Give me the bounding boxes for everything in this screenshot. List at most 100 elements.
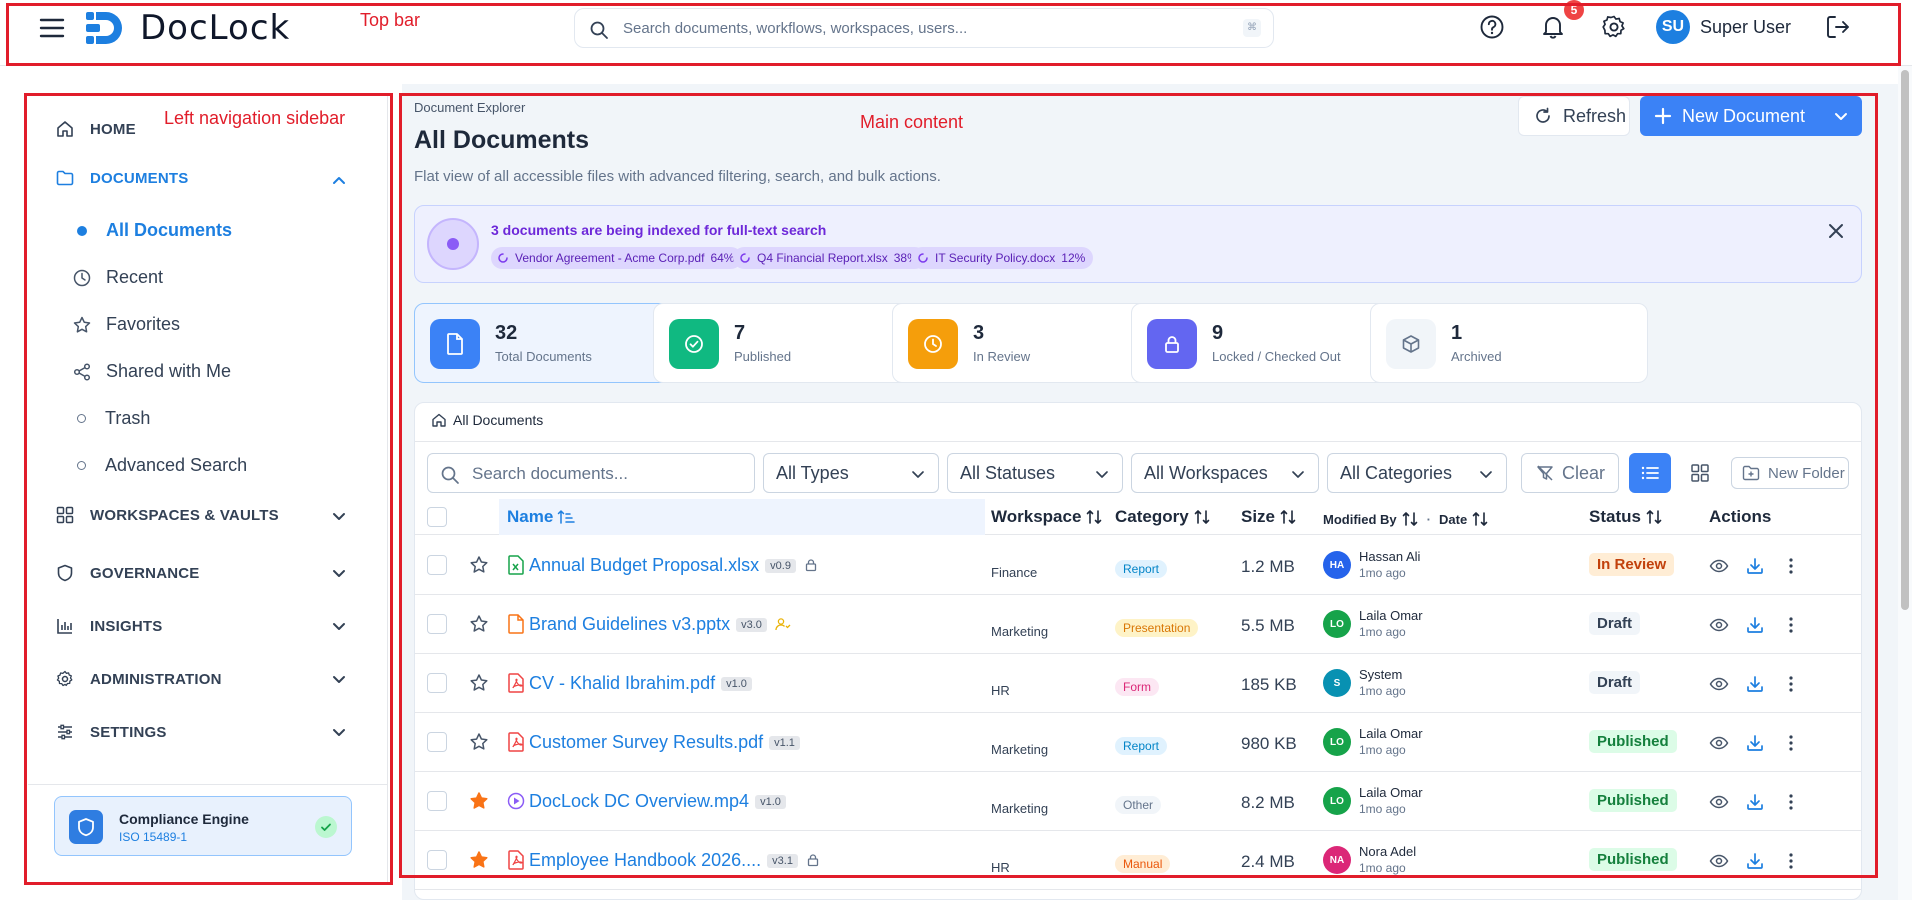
download-icon[interactable] <box>1745 674 1765 694</box>
more-options-icon[interactable] <box>1781 851 1801 871</box>
type-filter[interactable]: All Types <box>763 453 939 493</box>
more-options-icon[interactable] <box>1781 674 1801 694</box>
table-row[interactable]: Brand Guidelines v3.pptx v3.0 Marketing Pre… <box>415 595 1861 654</box>
star-filled-icon[interactable] <box>469 850 489 870</box>
workspace-filter[interactable]: All Workspaces <box>1131 453 1319 493</box>
help-icon[interactable] <box>1478 13 1506 41</box>
breadcrumb[interactable]: Document Explorer <box>414 100 525 115</box>
column-size[interactable]: Size <box>1241 507 1297 527</box>
stat-card-total[interactable]: 32 Total Documents <box>414 303 692 383</box>
star-icon[interactable] <box>469 732 489 752</box>
file-name[interactable]: Brand Guidelines v3.pptx <box>529 614 730 634</box>
chevron-down-icon[interactable] <box>330 617 348 635</box>
gear-icon[interactable] <box>1600 13 1628 41</box>
view-icon[interactable] <box>1709 851 1729 871</box>
sidebar-item-all-documents[interactable]: All Documents <box>72 220 232 241</box>
column-name[interactable]: Name <box>507 507 576 527</box>
chevron-down-icon[interactable] <box>330 723 348 741</box>
file-name-link[interactable]: CV - Khalid Ibrahim.pdf v1.0 <box>529 673 752 694</box>
download-icon[interactable] <box>1745 733 1765 753</box>
column-status[interactable]: Status <box>1589 507 1663 527</box>
download-icon[interactable] <box>1745 615 1765 635</box>
row-checkbox[interactable] <box>427 555 447 575</box>
star-icon[interactable] <box>469 673 489 693</box>
menu-icon[interactable] <box>38 14 66 42</box>
nav-administration[interactable]: ADMINISTRATION <box>56 670 222 688</box>
row-checkbox[interactable] <box>427 614 447 634</box>
view-icon[interactable] <box>1709 615 1729 635</box>
row-checkbox[interactable] <box>427 791 447 811</box>
row-checkbox[interactable] <box>427 732 447 752</box>
sidebar-item-favorites[interactable]: Favorites <box>72 314 180 335</box>
row-checkbox[interactable] <box>427 850 447 870</box>
download-icon[interactable] <box>1745 792 1765 812</box>
select-all-checkbox[interactable] <box>427 507 447 527</box>
chevron-down-icon[interactable] <box>330 670 348 688</box>
file-name[interactable]: DocLock DC Overview.mp4 <box>529 791 749 811</box>
page-scrollbar[interactable] <box>1898 66 1912 900</box>
file-name-link[interactable]: DocLock DC Overview.mp4 v1.0 <box>529 791 786 812</box>
logo[interactable]: DocLock <box>84 5 290 51</box>
document-search-input[interactable] <box>472 463 742 485</box>
column-date[interactable]: Date <box>1439 512 1467 527</box>
chevron-down-icon[interactable] <box>330 564 348 582</box>
file-name-link[interactable]: Annual Budget Proposal.xlsx v0.9 <box>529 555 818 576</box>
category-filter[interactable]: All Categories <box>1327 453 1507 493</box>
sidebar-item-trash[interactable]: Trash <box>72 408 150 429</box>
global-search[interactable]: ⌘ <box>574 8 1274 48</box>
table-row[interactable]: CV - Khalid Ibrahim.pdf v1.0 HR Form 185 KB S… <box>415 654 1861 713</box>
column-category[interactable]: Category <box>1115 507 1211 527</box>
nav-home[interactable]: HOME <box>56 120 136 138</box>
nav-insights[interactable]: INSIGHTS <box>56 617 162 635</box>
clear-filters-button[interactable]: Clear <box>1521 453 1619 493</box>
star-filled-icon[interactable] <box>469 791 489 811</box>
close-icon[interactable] <box>1825 220 1847 242</box>
refresh-button[interactable]: Refresh <box>1518 96 1630 136</box>
sidebar-item-shared[interactable]: Shared with Me <box>72 361 231 382</box>
file-name[interactable]: CV - Khalid Ibrahim.pdf <box>529 673 715 693</box>
new-document-button[interactable]: New Document <box>1640 96 1862 136</box>
column-workspace[interactable]: Workspace <box>991 507 1103 527</box>
sidebar-item-advanced-search[interactable]: Advanced Search <box>72 455 247 476</box>
folder-breadcrumb[interactable]: All Documents <box>431 412 543 428</box>
file-name[interactable]: Annual Budget Proposal.xlsx <box>529 555 759 575</box>
file-name-link[interactable]: Customer Survey Results.pdf v1.1 <box>529 732 800 753</box>
more-options-icon[interactable] <box>1781 792 1801 812</box>
chevron-down-icon[interactable] <box>1832 107 1850 125</box>
table-row[interactable]: Customer Survey Results.pdf v1.1 Marketing… <box>415 713 1861 772</box>
table-row[interactable]: DocLock DC Overview.mp4 v1.0 Marketing Othe… <box>415 772 1861 831</box>
file-name-link[interactable]: Brand Guidelines v3.pptx v3.0 <box>529 614 791 635</box>
logout-icon[interactable] <box>1824 13 1852 41</box>
new-folder-button[interactable]: New Folder <box>1731 457 1849 489</box>
grid-view-button[interactable] <box>1679 453 1721 493</box>
compliance-engine-card[interactable]: Compliance Engine ISO 15489-1 <box>54 796 352 856</box>
stat-card-published[interactable]: 7 Published <box>653 303 931 383</box>
sidebar-item-recent[interactable]: Recent <box>72 267 163 288</box>
stat-card-in-review[interactable]: 3 In Review <box>892 303 1170 383</box>
status-filter[interactable]: All Statuses <box>947 453 1123 493</box>
stat-card-archived[interactable]: 1 Archived <box>1370 303 1648 383</box>
bell-icon[interactable] <box>1539 13 1567 41</box>
view-icon[interactable] <box>1709 674 1729 694</box>
file-name-link[interactable]: Employee Handbook 2026.... v3.1 <box>529 850 820 871</box>
global-search-input[interactable] <box>623 17 1223 39</box>
chevron-down-icon[interactable] <box>330 507 348 525</box>
list-view-button[interactable] <box>1629 453 1671 493</box>
download-icon[interactable] <box>1745 556 1765 576</box>
row-checkbox[interactable] <box>427 673 447 693</box>
more-options-icon[interactable] <box>1781 556 1801 576</box>
column-modified-by[interactable]: Modified By · Date <box>1323 510 1489 528</box>
chevron-up-icon[interactable] <box>330 172 348 190</box>
view-icon[interactable] <box>1709 792 1729 812</box>
nav-workspaces[interactable]: WORKSPACES & VAULTS <box>56 506 279 524</box>
document-search[interactable] <box>427 453 755 493</box>
nav-settings[interactable]: SETTINGS <box>56 723 167 741</box>
nav-documents[interactable]: DOCUMENTS <box>56 169 188 187</box>
download-icon[interactable] <box>1745 851 1765 871</box>
stat-card-locked[interactable]: 9 Locked / Checked Out <box>1131 303 1409 383</box>
file-name[interactable]: Customer Survey Results.pdf <box>529 732 763 752</box>
table-row[interactable]: Employee Handbook 2026.... v3.1 HR Manual 2.… <box>415 831 1861 890</box>
nav-governance[interactable]: GOVERNANCE <box>56 564 200 582</box>
view-icon[interactable] <box>1709 733 1729 753</box>
table-row[interactable]: Annual Budget Proposal.xlsx v0.9 Finance Re… <box>415 536 1861 595</box>
